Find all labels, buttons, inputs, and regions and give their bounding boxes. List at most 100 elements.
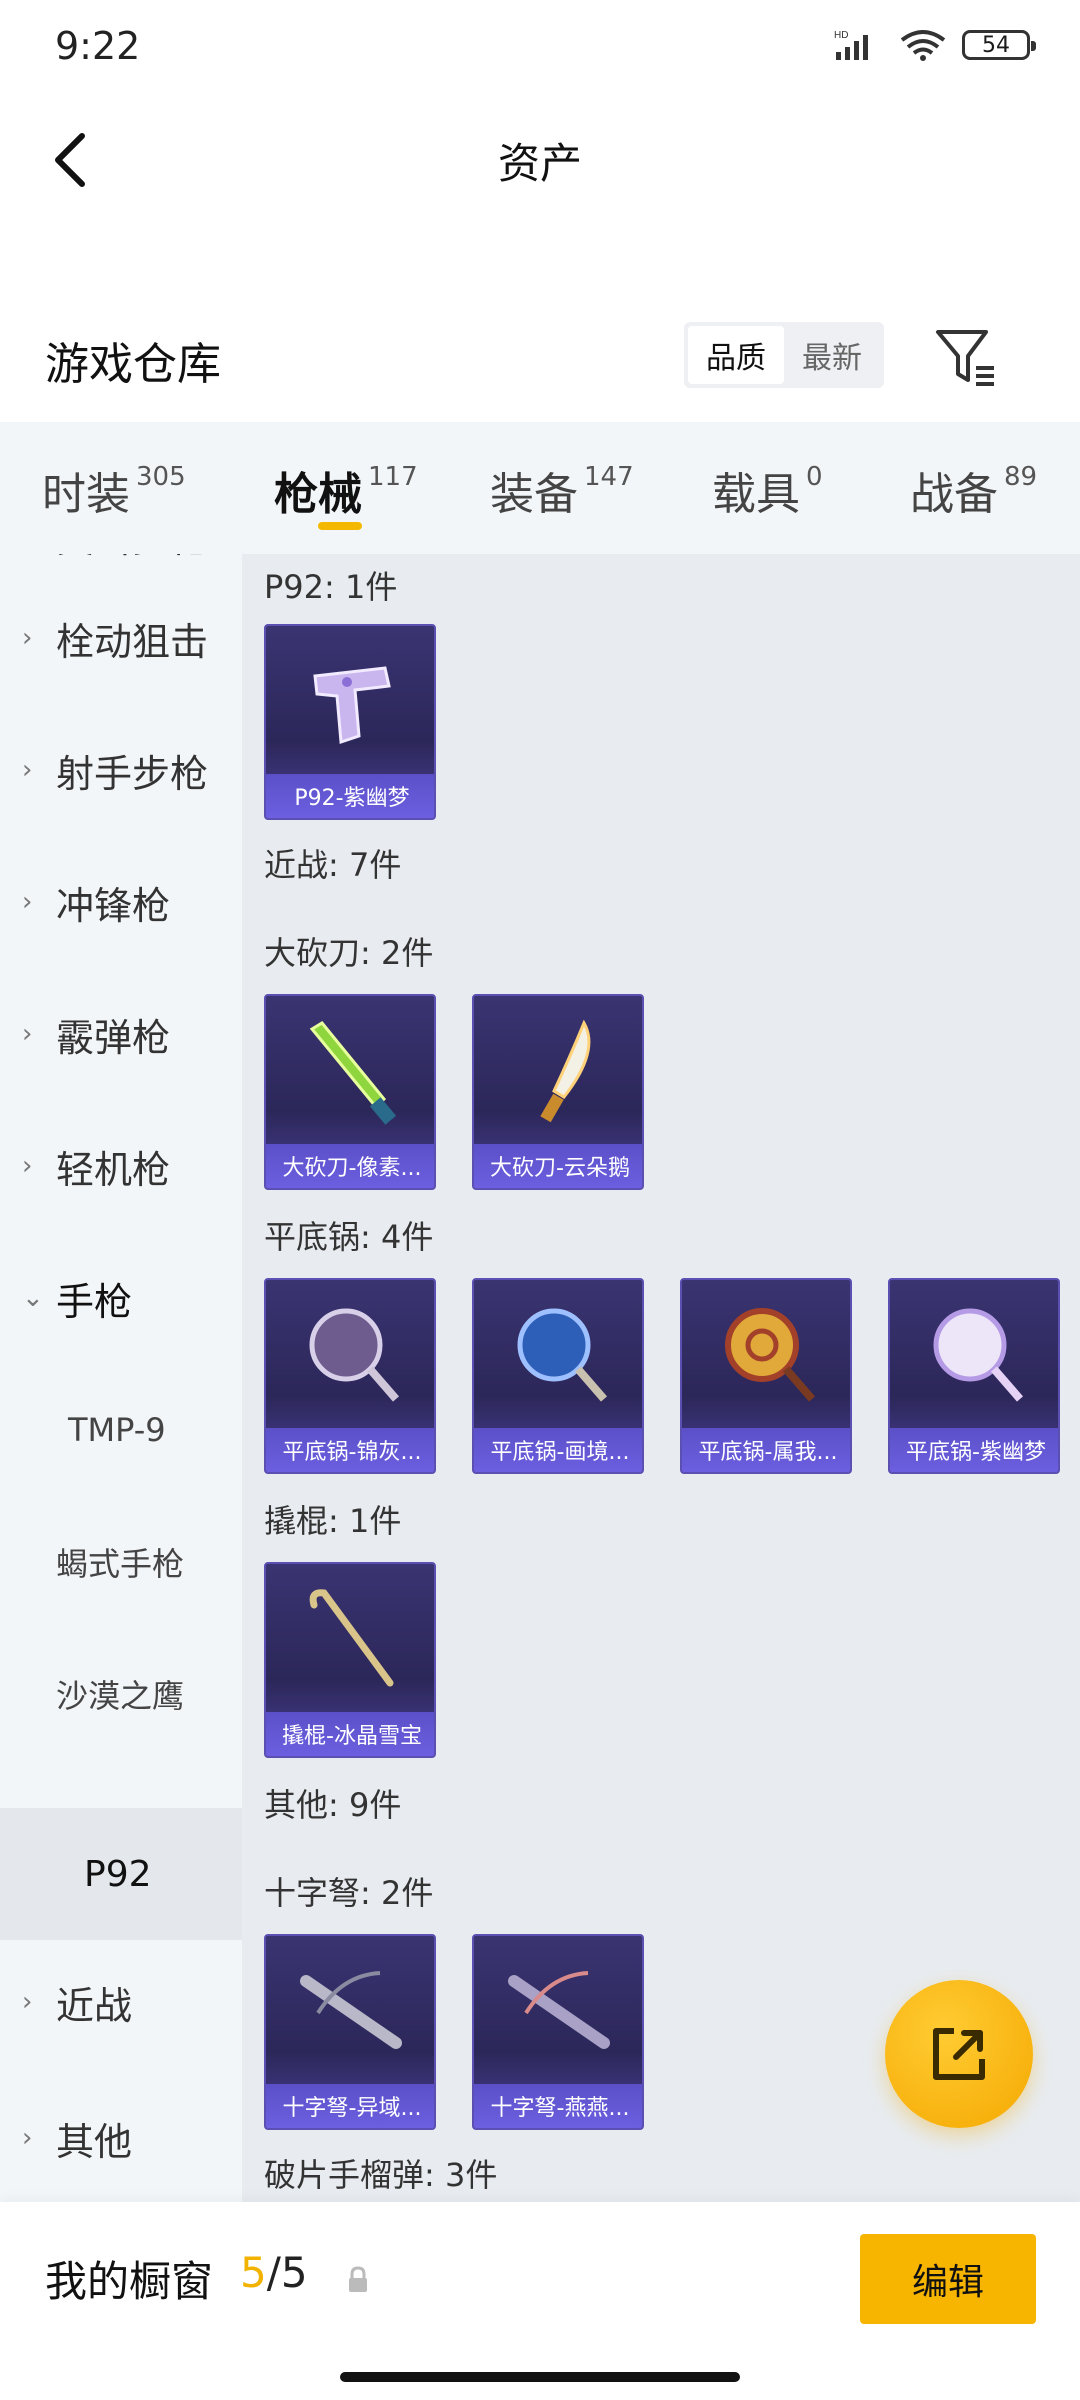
active-tab-indicator (318, 522, 362, 530)
lock-icon (349, 2266, 367, 2292)
tab-label: 载具 (712, 469, 800, 520)
item-name: 大砍刀-云朵鹅 (474, 1144, 642, 1188)
chevron-right-icon: › (22, 887, 33, 917)
crossbow-icon (474, 1936, 642, 2086)
chevron-right-icon: › (22, 623, 33, 653)
chevron-right-icon: › (22, 755, 33, 785)
item-name: P92-紫幽梦 (266, 774, 434, 818)
sidebar-item-smg[interactable]: › 冲锋枪 (0, 837, 242, 967)
share-button[interactable] (885, 1980, 1033, 2128)
filter-button[interactable] (930, 322, 1000, 392)
item-card[interactable]: 十字弩-异域... (264, 1934, 436, 2130)
sidebar-item-label: 突击步枪 (56, 554, 208, 563)
showcase-bar: 我的橱窗 5/5 编辑 (0, 2202, 1080, 2400)
sidebar-item-label: 射手步枪 (56, 751, 209, 796)
sort-toggle: 品质 最新 (684, 322, 884, 388)
pistol-icon (266, 626, 434, 776)
crowbar-icon (266, 1564, 434, 1714)
tab-label: 枪械 (274, 469, 362, 520)
sidebar-subitem-desert-eagle[interactable]: 沙漠之鹰 (0, 1629, 242, 1759)
tab-label: 时装 (42, 469, 130, 520)
sidebar-item-melee[interactable]: › 近战 (0, 1942, 242, 2062)
tab-count: 89 (1004, 462, 1038, 492)
tab-count: 117 (368, 462, 418, 492)
signal-icon: HD (834, 30, 868, 60)
item-name: 大砍刀-像素... (266, 1144, 434, 1188)
tab-label: 战备 (910, 469, 998, 520)
item-name: 撬棍-冰晶雪宝 (266, 1712, 434, 1756)
item-name: 平底锅-属我... (682, 1428, 850, 1472)
item-card[interactable]: 平底锅-画境... (472, 1278, 644, 1474)
item-list: P92: 1件 P92-紫幽梦 近战: 7件 大砍刀: 2件 大砍刀-像素... (242, 554, 1080, 2202)
tab-firearms[interactable]: 枪械 117 (274, 458, 418, 522)
sidebar-item-label: 沙漠之鹰 (56, 1677, 185, 1715)
showcase-used: 5 (240, 2248, 267, 2297)
item-card[interactable]: 十字弩-燕燕... (472, 1934, 644, 2130)
item-card[interactable]: 平底锅-锦灰... (264, 1278, 436, 1474)
status-bar: 9:22 HD 54 (0, 0, 1080, 100)
edit-button[interactable]: 编辑 (860, 2234, 1036, 2324)
sidebar-item-label: TMP-9 (68, 1411, 166, 1449)
item-card[interactable]: 撬棍-冰晶雪宝 (264, 1562, 436, 1758)
battery-level: 54 (982, 32, 1010, 58)
sort-quality-button[interactable]: 品质 (688, 326, 784, 384)
frying-pan-icon (266, 1280, 434, 1430)
showcase-total: 5 (280, 2248, 308, 2297)
battery-icon: 54 (962, 30, 1036, 60)
share-icon (933, 2028, 985, 2080)
sidebar-item-pistol[interactable]: ⌄ 手枪 (0, 1233, 242, 1363)
frying-pan-icon (474, 1280, 642, 1430)
filter-icon (936, 330, 994, 386)
sidebar-item-marksman-rifle[interactable]: › 射手步枪 (0, 705, 242, 835)
tab-count: 147 (584, 462, 634, 492)
page-title: 资产 (497, 139, 582, 188)
machete-icon (266, 996, 434, 1146)
showcase-title: 我的橱窗 (45, 2257, 214, 2306)
group-label: 其他: 9件 (264, 1786, 402, 1824)
item-name: 平底锅-紫幽梦 (890, 1428, 1058, 1472)
weapon-category-sidebar: › 突击步枪 › 栓动狙击 › 射手步枪 › 冲锋枪 › 霰弹枪 › 轻机枪 ⌄… (0, 554, 242, 2202)
sidebar-subitem-scorpion[interactable]: 蝎式手枪 (0, 1497, 242, 1627)
item-card[interactable]: 平底锅-紫幽梦 (888, 1278, 1060, 1474)
sidebar-item-label: 手枪 (56, 1279, 133, 1324)
tab-vehicles[interactable]: 载具 0 (712, 458, 823, 522)
sort-newest-button[interactable]: 最新 (784, 326, 880, 384)
tab-label: 装备 (490, 469, 578, 520)
frying-pan-icon (890, 1280, 1058, 1430)
chevron-down-icon: ⌄ (22, 1283, 44, 1313)
item-card[interactable]: 大砍刀-像素... (264, 994, 436, 1190)
crossbow-icon (266, 1936, 434, 2086)
sidebar-item-other[interactable]: › 其他 (0, 2073, 242, 2202)
showcase-count: 5/5 (240, 2248, 308, 2297)
tab-equipment[interactable]: 装备 147 (490, 458, 634, 522)
tab-count: 0 (806, 462, 823, 492)
sidebar-item-lmg[interactable]: › 轻机枪 (0, 1101, 242, 1231)
sidebar-subitem-tmp9[interactable]: TMP-9 (0, 1365, 242, 1495)
sidebar-item-bolt-sniper[interactable]: › 栓动狙击 (0, 573, 242, 703)
chevron-right-icon: › (22, 1151, 33, 1181)
home-indicator[interactable] (340, 2372, 740, 2382)
chevron-right-icon: › (22, 1019, 33, 1049)
item-card[interactable]: 大砍刀-云朵鹅 (472, 994, 644, 1190)
sidebar-item-label: 霰弹枪 (56, 1015, 171, 1060)
sidebar-item-label: 栓动狙击 (56, 619, 209, 664)
chevron-right-icon: › (22, 1987, 33, 2017)
sidebar-item-label: 近战 (56, 1983, 133, 2028)
tab-supplies[interactable]: 战备 89 (910, 458, 1037, 522)
item-name: 平底锅-画境... (474, 1428, 642, 1472)
item-card[interactable]: P92-紫幽梦 (264, 624, 436, 820)
group-label: 平底锅: 4件 (264, 1218, 434, 1256)
sidebar-item-shotgun[interactable]: › 霰弹枪 (0, 969, 242, 1099)
showcase-separator: / (266, 2248, 281, 2297)
group-label: 破片手榴弹: 3件 (264, 2156, 498, 2194)
machete-icon (474, 996, 642, 1146)
top-bar: 资产 (0, 100, 1080, 220)
item-card[interactable]: 平底锅-属我... (680, 1278, 852, 1474)
tab-fashion[interactable]: 时装 305 (42, 458, 186, 522)
group-label: P92: 1件 (264, 568, 398, 606)
group-label: 大砍刀: 2件 (264, 934, 434, 972)
tab-count: 305 (136, 462, 186, 492)
sidebar-subitem-p92[interactable]: P92 (0, 1808, 242, 1940)
item-name: 十字弩-燕燕... (474, 2084, 642, 2128)
svg-text:HD: HD (834, 30, 848, 41)
